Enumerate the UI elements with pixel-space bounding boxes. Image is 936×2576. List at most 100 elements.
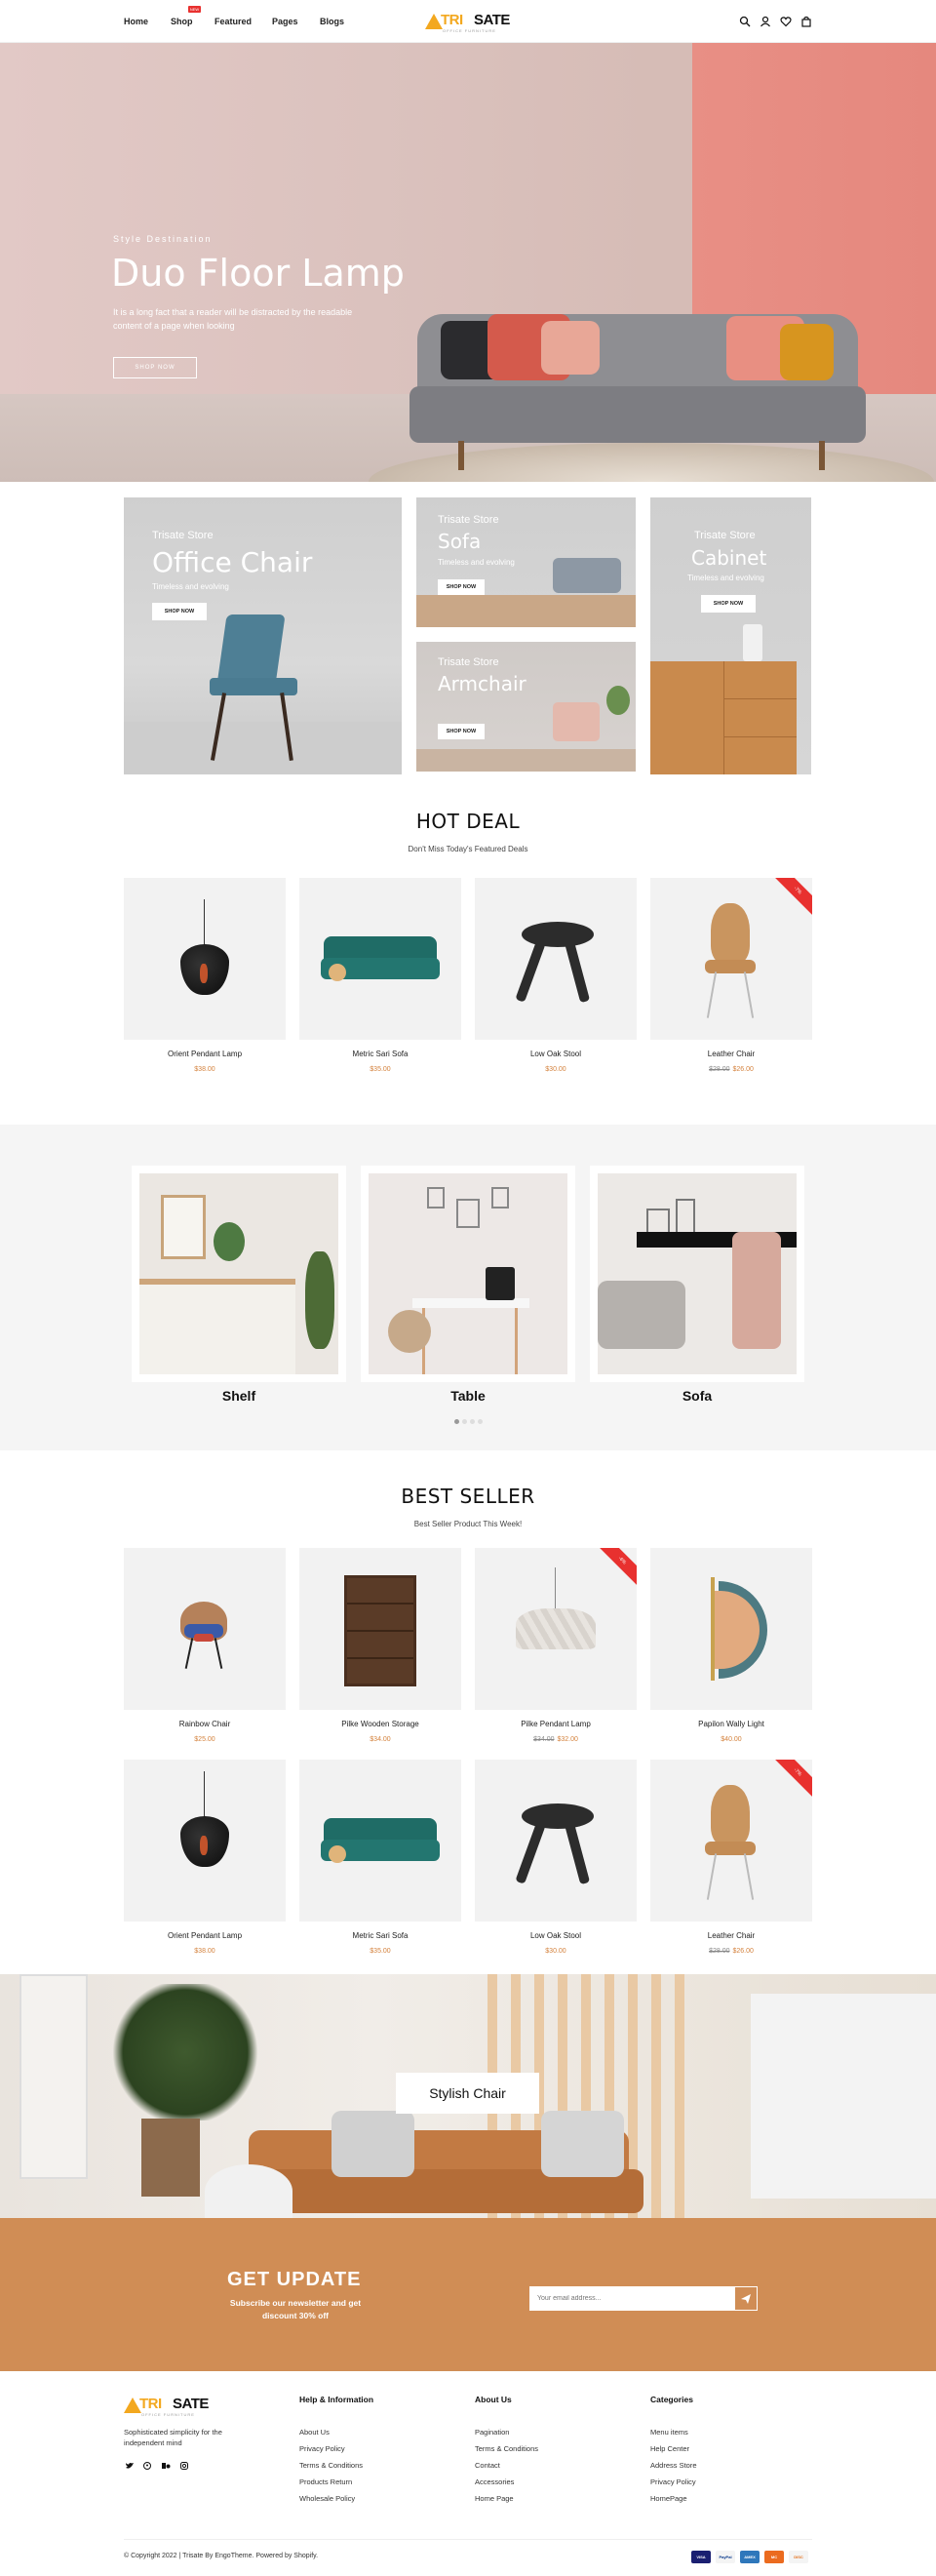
pillow-pink — [541, 321, 600, 375]
slider-dot[interactable] — [462, 1419, 467, 1424]
footer-link[interactable]: Contact — [475, 2461, 500, 2470]
category-label[interactable]: Table — [361, 1388, 575, 1404]
logo-tagline: OFFICE FURNITURE — [443, 28, 496, 33]
send-icon — [741, 2294, 751, 2304]
footer-link[interactable]: Terms & Conditions — [475, 2444, 538, 2453]
pendant-lamp-image — [516, 1608, 596, 1649]
product-price: $40.00 — [650, 1736, 812, 1743]
product-name[interactable]: Low Oak Stool — [475, 1931, 637, 1940]
banner-shop-now-button[interactable]: SHOP NOW — [438, 579, 485, 595]
footer-link[interactable]: Accessories — [475, 2477, 514, 2486]
product-name[interactable]: Pilke Wooden Storage — [299, 1720, 461, 1728]
category-label[interactable]: Sofa — [590, 1388, 804, 1404]
product-price: $28.00 $26.00 — [650, 1066, 812, 1073]
banner-office-chair[interactable]: Trisate Store Office Chair Timeless and … — [124, 497, 402, 774]
nav-shop[interactable]: Shop — [171, 17, 193, 26]
banner-armchair[interactable]: Trisate Store Armchair SHOP NOW — [416, 642, 636, 772]
slider-dot[interactable] — [470, 1419, 475, 1424]
product-name[interactable]: Low Oak Stool — [475, 1050, 637, 1058]
pillow-mustard — [780, 324, 834, 380]
nav-featured[interactable]: Featured — [214, 17, 252, 26]
product-image[interactable] — [124, 1548, 286, 1710]
product-image[interactable] — [299, 878, 461, 1040]
product-name[interactable]: Leather Chair — [650, 1050, 812, 1058]
twitter-icon[interactable] — [126, 2462, 134, 2470]
user-icon[interactable] — [760, 16, 771, 27]
best-seller-subtitle: Best Seller Product This Week! — [413, 1520, 523, 1528]
stool-leg — [564, 1821, 591, 1885]
product-name[interactable]: Metric Sari Sofa — [299, 1931, 461, 1940]
product-image[interactable] — [299, 1760, 461, 1922]
chair-image — [711, 903, 750, 964]
slider-dot-active[interactable] — [454, 1419, 459, 1424]
best-seller-title: BEST SELLER — [401, 1485, 535, 1508]
stool-image — [522, 922, 594, 947]
hero-shop-now-button[interactable]: SHOP NOW — [113, 357, 197, 378]
banner-shop-now-button[interactable]: SHOP NOW — [152, 603, 207, 620]
banner-sofa[interactable]: Trisate Store Sofa Timeless and evolving… — [416, 497, 636, 627]
newsletter-submit-button[interactable] — [734, 2286, 758, 2311]
footer-link[interactable]: About Us — [299, 2428, 330, 2437]
footer-link[interactable]: HomePage — [650, 2494, 687, 2503]
price-current: $26.00 — [732, 1948, 754, 1955]
footer-link[interactable]: Wholesale Policy — [299, 2494, 355, 2503]
category-image[interactable] — [369, 1173, 567, 1374]
product-image[interactable] — [124, 1760, 286, 1922]
category-card-table[interactable] — [361, 1166, 575, 1382]
footer-link[interactable]: Home Page — [475, 2494, 514, 2503]
banner-shop-now-button[interactable]: SHOP NOW — [438, 724, 485, 739]
frame-image — [161, 1195, 206, 1259]
category-card-sofa[interactable] — [590, 1166, 804, 1382]
nav-pages[interactable]: Pages — [272, 17, 298, 26]
banner-shop-now-button[interactable]: SHOP NOW — [701, 595, 756, 613]
hot-deal-title: HOT DEAL — [415, 810, 521, 833]
product-image[interactable] — [475, 1760, 637, 1922]
storage-shelf — [347, 1630, 413, 1632]
hero-description: It is a long fact that a reader will be … — [113, 307, 353, 331]
product-image[interactable] — [124, 878, 286, 1040]
product-image[interactable] — [650, 1548, 812, 1710]
category-card-shelf[interactable] — [132, 1166, 346, 1382]
product-name[interactable]: Rainbow Chair — [124, 1720, 286, 1728]
banner-title: Armchair — [438, 672, 526, 695]
newsletter-email-input[interactable] — [529, 2286, 734, 2311]
product-name[interactable]: Orient Pendant Lamp — [124, 1050, 286, 1058]
footer-link[interactable]: Help Center — [650, 2444, 689, 2453]
product-name[interactable]: Leather Chair — [650, 1931, 812, 1940]
instagram-icon[interactable] — [180, 2462, 188, 2470]
chair-leg — [743, 971, 755, 1018]
category-label[interactable]: Shelf — [132, 1388, 346, 1404]
footer-link[interactable]: Address Store — [650, 2461, 697, 2470]
banner-title: Cabinet — [691, 546, 767, 570]
pinterest-icon[interactable] — [143, 2462, 151, 2470]
product-price: $38.00 — [124, 1948, 286, 1955]
stylish-chair-button[interactable]: Stylish Chair — [396, 2073, 539, 2114]
price-current: $26.00 — [732, 1066, 754, 1073]
product-name[interactable]: Orient Pendant Lamp — [124, 1931, 286, 1940]
nav-home[interactable]: Home — [124, 17, 148, 26]
cart-bag-icon[interactable] — [800, 16, 812, 27]
product-name[interactable]: Papilon Wally Light — [650, 1720, 812, 1728]
footer-link[interactable]: Privacy Policy — [299, 2444, 345, 2453]
banner-cabinet[interactable]: Trisate Store Cabinet Timeless and evolv… — [650, 497, 811, 774]
category-image[interactable] — [139, 1173, 338, 1374]
behance-icon[interactable] — [162, 2462, 171, 2470]
product-image[interactable] — [475, 878, 637, 1040]
product-name[interactable]: Metric Sari Sofa — [299, 1050, 461, 1058]
footer-link[interactable]: Terms & Conditions — [299, 2461, 363, 2470]
footer-link[interactable]: Menu items — [650, 2428, 688, 2437]
search-icon[interactable] — [739, 16, 751, 27]
product-image[interactable] — [299, 1548, 461, 1710]
slider-dot[interactable] — [478, 1419, 483, 1424]
wishlist-heart-icon[interactable] — [780, 16, 792, 27]
product-image[interactable]: -6% — [475, 1548, 637, 1710]
product-image[interactable]: -7% — [650, 878, 812, 1040]
footer-link[interactable]: Privacy Policy — [650, 2477, 696, 2486]
product-name[interactable]: Pilke Pendant Lamp — [475, 1720, 637, 1728]
price-current: $25.00 — [194, 1736, 215, 1743]
footer-link[interactable]: Pagination — [475, 2428, 509, 2437]
nav-blogs[interactable]: Blogs — [320, 17, 344, 26]
product-image[interactable]: -7% — [650, 1760, 812, 1922]
category-image[interactable] — [598, 1173, 797, 1374]
footer-link[interactable]: Products Return — [299, 2477, 352, 2486]
